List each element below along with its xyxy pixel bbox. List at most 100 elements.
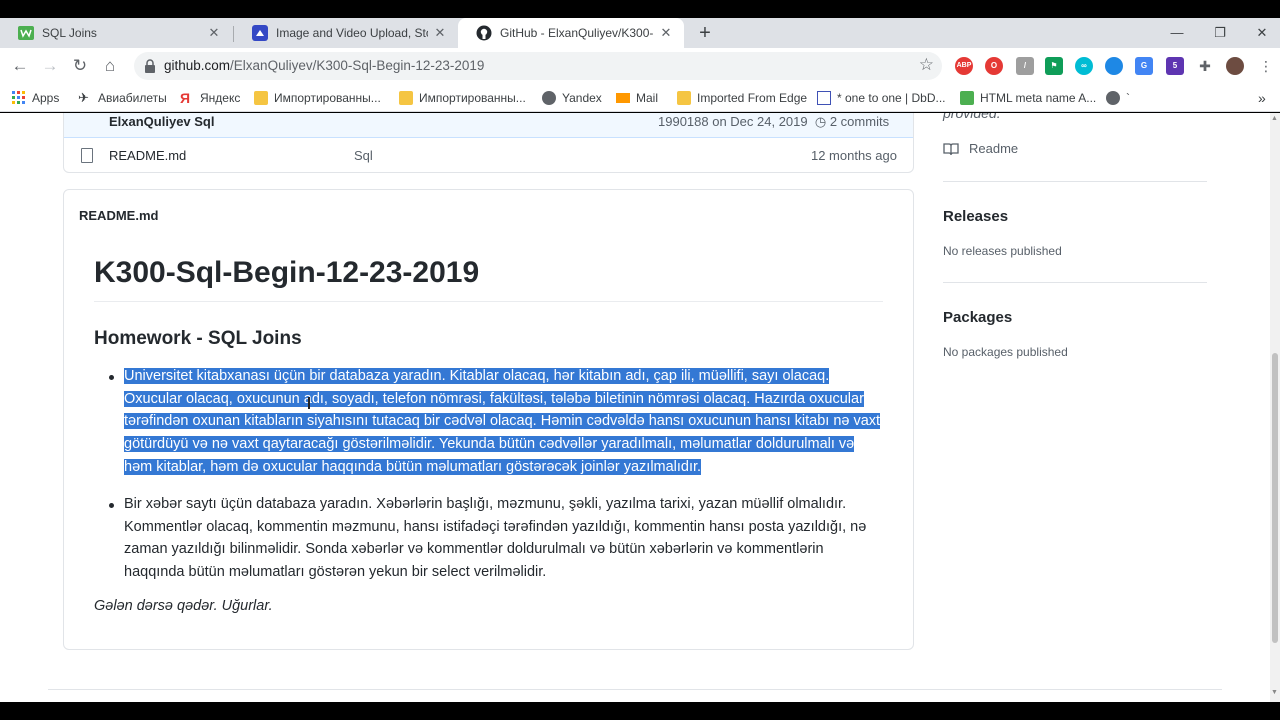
- browser-toolbar: ← → ↻ ⌂ github.com/ElxanQuliyev/K300-Sql…: [0, 48, 1280, 84]
- selected-text: Universitet kitabxanası üçün bir databaz…: [124, 368, 881, 475]
- opera-icon[interactable]: O: [985, 57, 1003, 75]
- readme-link-label: Readme: [969, 141, 1019, 156]
- releases-heading[interactable]: Releases: [943, 208, 1008, 225]
- new-tab-button[interactable]: +: [694, 22, 716, 44]
- tab-title: GitHub - ElxanQuliyev/K300-Sql-: [500, 26, 654, 40]
- tab-title: Image and Video Upload, Storag: [276, 26, 428, 40]
- about-text: provided.: [943, 113, 1001, 121]
- bookmark-label: `: [1126, 91, 1130, 105]
- bookmark-label: Imported From Edge: [697, 91, 808, 105]
- puzzle-extensions-icon[interactable]: ✚: [1196, 57, 1214, 75]
- item-text: Bir xəbər saytı üçün databaza yaradın. X…: [124, 496, 867, 581]
- file-list: ElxanQuliyev Sql 1990188 on Dec 24, 2019…: [63, 113, 914, 173]
- bookmark-star-icon[interactable]: ☆: [919, 55, 934, 75]
- close-icon[interactable]: ✕: [432, 25, 448, 41]
- menu-kebab-icon[interactable]: ⋮: [1254, 54, 1278, 78]
- bookmark-label: Авиабилеты: [98, 91, 167, 105]
- homework-item-selected: Universitet kitabxanası üçün bir databaz…: [109, 365, 886, 479]
- readme-box: README.md K300-Sql-Begin-12-23-2019 Home…: [63, 189, 914, 650]
- bullet: [109, 375, 114, 380]
- file-name[interactable]: README.md: [109, 148, 186, 163]
- file-icon: [81, 148, 93, 163]
- packages-heading[interactable]: Packages: [943, 309, 1012, 326]
- bullet: [109, 503, 114, 508]
- packages-empty: No packages published: [943, 345, 1068, 359]
- close-icon[interactable]: ✕: [206, 25, 222, 41]
- readme-filename: README.md: [79, 208, 159, 223]
- close-window-icon[interactable]: ✕: [1242, 22, 1280, 44]
- scroll-up-arrow-icon[interactable]: ▲: [1271, 115, 1278, 122]
- commits-count[interactable]: 2 commits: [830, 114, 889, 129]
- bookmarks-bar: Apps ✈ Авиабилеты Я Яндекс Импортированн…: [0, 84, 1280, 112]
- bookmark-mail[interactable]: Mail: [616, 89, 658, 107]
- blue-dot-extension-icon[interactable]: [1105, 57, 1123, 75]
- commit-hash-date[interactable]: 1990188 on Dec 24, 2019: [658, 114, 808, 129]
- scroll-thumb[interactable]: [1272, 353, 1278, 643]
- top-black-strip: [0, 0, 1280, 18]
- commit-author[interactable]: ElxanQuliyev Sql: [109, 114, 215, 129]
- folder-icon: [399, 91, 413, 105]
- flag-extension-icon[interactable]: ⚑: [1045, 57, 1063, 75]
- page-scrollbar[interactable]: ▲ ▼: [1270, 113, 1280, 702]
- bookmark-label: * one to one | DbD...: [837, 91, 946, 105]
- mail-icon: [616, 93, 630, 103]
- tab-bar: SQL Joins ✕ Image and Video Upload, Stor…: [0, 18, 1280, 48]
- tab-sql-joins[interactable]: SQL Joins ✕: [0, 18, 232, 48]
- bookmark-yandex-ru[interactable]: Я Яндекс: [180, 89, 240, 107]
- tab-github[interactable]: GitHub - ElxanQuliyev/K300-Sql- ✕: [458, 18, 684, 48]
- address-bar[interactable]: github.com/ElxanQuliyev/K300-Sql-Begin-1…: [134, 52, 942, 80]
- sql-joins-favicon: [18, 25, 34, 41]
- bookmark-label: Яндекс: [200, 91, 241, 105]
- cloud-upload-favicon: [252, 25, 268, 41]
- globe-icon: [542, 91, 556, 105]
- readme-subtitle: Homework - SQL Joins: [94, 328, 302, 349]
- url-host: github.com: [164, 58, 231, 73]
- book-icon: [943, 142, 959, 155]
- bookmark-label: Mail: [636, 91, 659, 105]
- bookmark-folder-edge[interactable]: Imported From Edge: [677, 89, 807, 107]
- eyedropper-icon[interactable]: /: [1016, 57, 1034, 75]
- globe-icon: [1106, 91, 1120, 105]
- latest-commit-row: ElxanQuliyev Sql 1990188 on Dec 24, 2019…: [64, 113, 913, 138]
- infinity-icon[interactable]: ∞: [1075, 57, 1093, 75]
- bookmark-one-to-one[interactable]: * one to one | DbD...: [817, 89, 946, 107]
- profile-avatar[interactable]: [1226, 57, 1244, 75]
- minimize-icon[interactable]: —: [1157, 22, 1197, 44]
- text-cursor: [308, 397, 310, 409]
- home-icon[interactable]: ⌂: [98, 54, 122, 78]
- bookmark-misc[interactable]: `: [1106, 89, 1130, 107]
- more-bookmarks-button[interactable]: »: [1258, 89, 1266, 107]
- yandex-icon: Я: [180, 90, 191, 106]
- bookmark-yandex[interactable]: Yandex: [542, 89, 602, 107]
- divider: [943, 282, 1207, 283]
- close-icon[interactable]: ✕: [658, 25, 674, 41]
- readme-link[interactable]: Readme: [943, 141, 1018, 156]
- bottom-black-strip: [0, 702, 1280, 720]
- bookmark-html-meta[interactable]: HTML meta name A...: [960, 89, 1096, 107]
- bookmark-aviabilety[interactable]: ✈ Авиабилеты: [78, 89, 167, 107]
- bookmark-folder-imported-2[interactable]: Импортированны...: [399, 89, 526, 107]
- releases-empty: No releases published: [943, 244, 1062, 258]
- tab-image-upload[interactable]: Image and Video Upload, Storag ✕: [234, 18, 458, 48]
- restore-icon[interactable]: ❐: [1200, 22, 1240, 44]
- footer-divider: [48, 689, 1222, 690]
- bookmark-folder-imported-1[interactable]: Импортированны...: [254, 89, 381, 107]
- commit-meta: 1990188 on Dec 24, 2019 ◷ 2 commits: [658, 114, 889, 130]
- bookmark-label: Apps: [32, 91, 60, 105]
- page-content: ElxanQuliyev Sql 1990188 on Dec 24, 2019…: [0, 113, 1270, 702]
- divider: [943, 181, 1207, 182]
- scroll-down-arrow-icon[interactable]: ▼: [1271, 689, 1278, 696]
- layers-extension-icon[interactable]: 5: [1166, 57, 1184, 75]
- translate-icon[interactable]: G: [1135, 57, 1153, 75]
- reload-icon[interactable]: ↻: [68, 54, 92, 78]
- adblock-icon[interactable]: ABP: [955, 57, 973, 75]
- github-favicon: [476, 25, 492, 41]
- back-icon[interactable]: ←: [8, 54, 32, 78]
- folder-icon: [677, 91, 691, 105]
- bookmark-apps[interactable]: Apps: [12, 89, 59, 107]
- url-text: github.com/ElxanQuliyev/K300-Sql-Begin-1…: [164, 58, 484, 73]
- bookmark-label: Yandex: [562, 91, 602, 105]
- file-row[interactable]: README.md Sql 12 months ago: [64, 138, 913, 174]
- file-commit-message[interactable]: Sql: [354, 148, 373, 163]
- forward-icon[interactable]: →: [38, 54, 62, 78]
